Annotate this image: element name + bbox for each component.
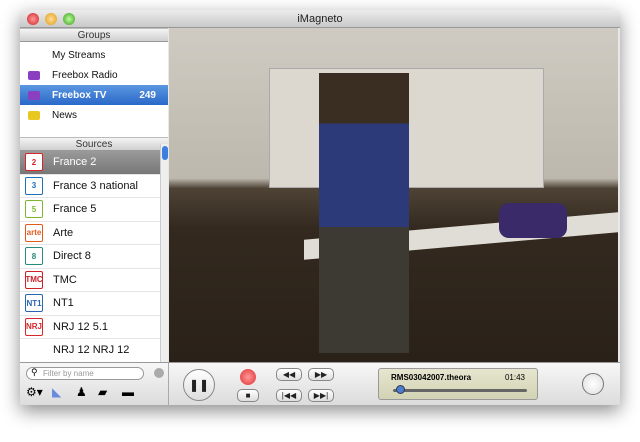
source-item[interactable]: 8 Direct 8	[20, 245, 168, 269]
scrollbar-thumb[interactable]	[162, 146, 168, 160]
control-bar: Filter by name ⚲ ⚙▾ ◣ ♟ ▰ ▬ ❚❚ ■ ◀◀ ▶▶ |…	[20, 362, 620, 405]
next-button[interactable]: ▶▶|	[308, 389, 334, 402]
source-label: TMC	[53, 273, 77, 286]
channel-logo-icon: TMC	[25, 270, 43, 289]
sources-scrollbar[interactable]	[160, 144, 168, 362]
source-label: France 2	[53, 156, 97, 169]
previous-button[interactable]: |◀◀	[276, 389, 302, 402]
group-count: 249	[139, 89, 156, 101]
source-item[interactable]: NRJ 12 NRJ 12	[20, 339, 168, 363]
bag	[499, 203, 567, 238]
source-item[interactable]: 5 France 5	[20, 198, 168, 222]
screen-icon[interactable]: ▬	[122, 385, 134, 399]
volume-knob[interactable]	[582, 373, 604, 395]
app-window: iMagneto Groups My Streams Freebox Radio F…	[20, 10, 620, 405]
pause-button[interactable]: ❚❚	[183, 369, 215, 401]
group-item[interactable]: Freebox Radio	[20, 65, 168, 85]
speaker	[319, 73, 409, 353]
purple-folder-icon	[28, 70, 40, 80]
source-label: NT1	[53, 297, 74, 310]
window-title: iMagneto	[297, 13, 343, 25]
close-button[interactable]	[27, 13, 39, 25]
group-label: News	[52, 109, 78, 121]
group-item[interactable]: Freebox TV 249	[20, 85, 168, 105]
channel-logo-icon: 2	[25, 153, 43, 172]
video-display[interactable]	[169, 28, 618, 362]
source-item[interactable]: NT1 NT1	[20, 292, 168, 316]
group-label: Freebox TV	[52, 89, 107, 101]
gear-menu-icon[interactable]: ⚙▾	[26, 385, 43, 399]
channel-logo-icon: 3	[25, 176, 43, 195]
progress-knob[interactable]	[395, 385, 405, 394]
group-item[interactable]: My Streams	[20, 45, 168, 65]
channel-logo-icon: 5	[25, 200, 43, 219]
elapsed-time: 01:43	[504, 373, 525, 382]
status-display: RMS03042007.theora 01:43	[378, 368, 538, 400]
fast-forward-button[interactable]: ▶▶	[308, 368, 334, 381]
filter-input[interactable]: Filter by name	[26, 367, 144, 380]
source-label: NRJ 12 5.1	[53, 320, 109, 333]
group-label: Freebox Radio	[52, 69, 118, 81]
channel-logo-icon	[25, 341, 43, 360]
groups-header: Groups	[20, 28, 168, 42]
stop-button[interactable]: ■	[237, 389, 259, 402]
source-label: France 3 national	[53, 179, 138, 192]
source-label: NRJ 12 NRJ 12	[53, 344, 130, 357]
source-item[interactable]: 3 France 3 national	[20, 175, 168, 198]
record-button[interactable]	[240, 369, 256, 385]
source-label: Direct 8	[53, 250, 91, 263]
person-icon[interactable]: ♟	[76, 385, 87, 399]
rewind-button[interactable]: ◀◀	[276, 368, 302, 381]
source-item[interactable]: arte Arte	[20, 222, 168, 245]
source-item[interactable]: TMC TMC	[20, 269, 168, 292]
group-item[interactable]: News	[20, 105, 168, 125]
source-item[interactable]: 2 France 2	[20, 151, 168, 175]
channel-logo-icon: arte	[25, 223, 43, 242]
source-label: Arte	[53, 226, 74, 239]
rss-icon[interactable]: ◣	[52, 385, 61, 399]
channel-logo-icon: NT1	[25, 294, 43, 313]
progress-track[interactable]	[393, 389, 527, 392]
channel-logo-icon: 8	[25, 247, 43, 266]
clapperboard-icon[interactable]: ▰	[98, 385, 107, 399]
zoom-button[interactable]	[63, 13, 75, 25]
source-label: France 5	[53, 203, 97, 216]
minimize-button[interactable]	[45, 13, 57, 25]
search-icon: ⚲	[31, 367, 38, 377]
purple-folder-icon	[28, 90, 40, 100]
sources-header: Sources	[20, 137, 168, 151]
clear-filter-icon[interactable]	[154, 368, 164, 378]
sidebar: Groups My Streams Freebox Radio Freebox TV…	[20, 28, 168, 363]
group-label: My Streams	[52, 49, 106, 61]
filename: RMS03042007.theora	[391, 373, 472, 382]
source-item[interactable]: NRJ NRJ 12 5.1	[20, 316, 168, 339]
yellow-folder-icon	[28, 110, 40, 120]
channel-logo-icon: NRJ	[25, 317, 43, 336]
title-bar: iMagneto	[20, 10, 620, 28]
